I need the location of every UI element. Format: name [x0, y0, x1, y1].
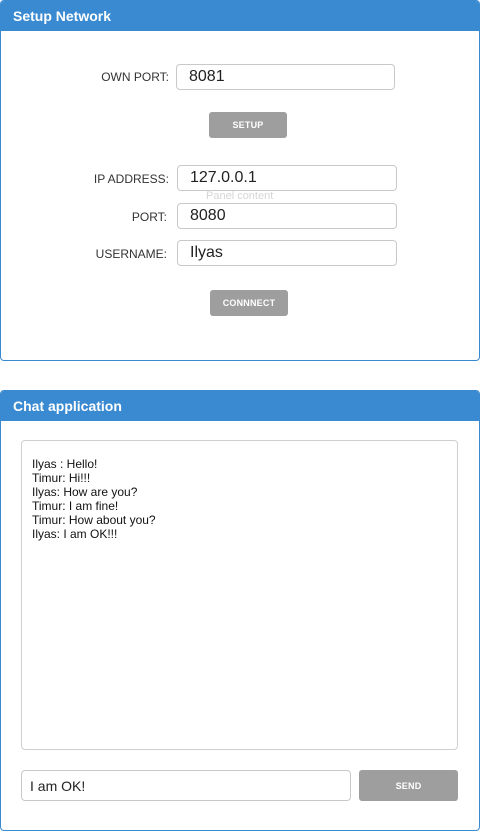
chat-message: Ilyas: I am OK!!! [32, 527, 118, 541]
panel-content-ghost-text: Panel content [206, 190, 274, 202]
setup-network-title: Setup Network [1, 1, 479, 31]
chat-message: Timur: How about you? [32, 513, 156, 527]
send-button[interactable]: SEND [359, 770, 458, 801]
own-port-label: OWN PORT: [101, 70, 169, 84]
setup-button[interactable]: SETUP [209, 112, 287, 138]
chat-log: Ilyas : Hello! Timur: Hi!!! Ilyas: How a… [21, 440, 458, 750]
connect-button[interactable]: CONNNECT [210, 290, 288, 316]
port-label: PORT: [131, 210, 167, 224]
username-label: USERNAME: [95, 247, 167, 261]
username-input[interactable] [177, 240, 397, 266]
ip-address-input[interactable] [177, 165, 397, 191]
chat-application-title: Chat application [1, 391, 479, 421]
chat-message: Timur: I am fine! [32, 499, 119, 513]
message-input[interactable] [21, 770, 351, 801]
own-port-input[interactable] [176, 64, 395, 90]
chat-message: Ilyas : Hello! [32, 457, 98, 471]
setup-network-panel: Setup Network OWN PORT: SETUP IP ADDRESS… [0, 0, 480, 361]
ip-address-label: IP ADDRESS: [93, 172, 169, 186]
port-input[interactable] [177, 203, 397, 229]
chat-message: Ilyas: How are you? [32, 485, 138, 499]
chat-message: Timur: Hi!!! [32, 471, 91, 485]
